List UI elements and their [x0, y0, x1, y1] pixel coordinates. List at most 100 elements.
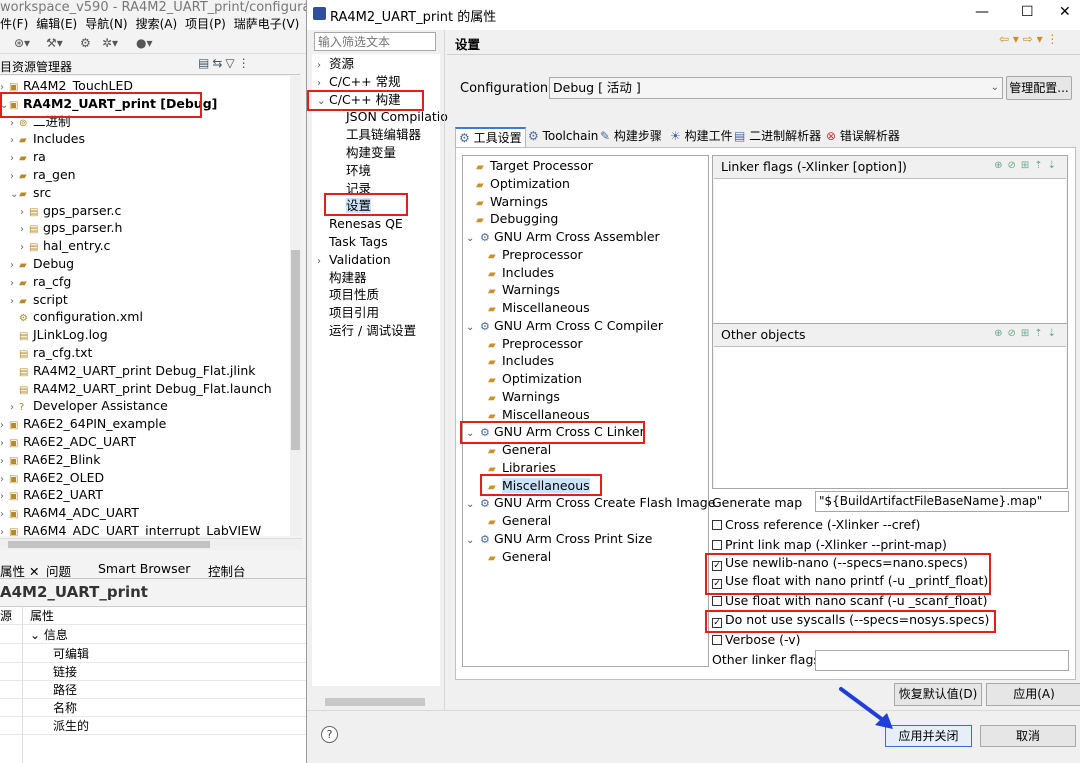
nav-item[interactable]: 运行 / 调试设置	[317, 322, 416, 340]
tool-item[interactable]: ▰ Preprocessor	[488, 335, 583, 352]
expand-chevron-icon[interactable]: ›	[10, 275, 19, 292]
checkbox-unchecked-icon[interactable]	[712, 540, 722, 550]
expand-chevron-icon[interactable]: ›	[10, 399, 19, 416]
minimize-icon[interactable]: —	[975, 4, 989, 20]
tool-item[interactable]: ▰ Miscellaneous	[488, 406, 590, 423]
tool-item[interactable]: ▰ Preprocessor	[488, 246, 583, 263]
chevron-down-icon[interactable]: ⌄	[466, 496, 480, 513]
menu-item[interactable]: 项目(P)	[185, 17, 226, 31]
tab-5[interactable]: ▤ 二进制解析器	[731, 127, 824, 147]
nav-item[interactable]: 工具链编辑器	[334, 126, 421, 144]
nav-item[interactable]: Renesas QE	[317, 215, 403, 233]
expand-chevron-icon[interactable]: ›	[10, 132, 19, 149]
expand-chevron-icon[interactable]: ⌄	[10, 186, 19, 203]
tree-item[interactable]: › ▣ RA6E2_Blink	[0, 451, 100, 468]
nav-item[interactable]: 项目引用	[317, 304, 379, 322]
tool-group[interactable]: ⌄ ⚙ GNU Arm Cross Create Flash Image	[466, 494, 715, 511]
linker-option-checkbox[interactable]: ✓ Do not use syscalls (--specs=nosys.spec…	[712, 611, 989, 628]
chevron-down-icon[interactable]: ⌄	[466, 532, 480, 549]
property-row[interactable]: 派生的	[0, 717, 306, 735]
linker-flags-list[interactable]	[714, 178, 1066, 346]
tree-item[interactable]: › ▰ Includes	[10, 130, 85, 147]
gear-icon[interactable]: ⚙	[80, 36, 91, 50]
expand-chevron-icon[interactable]: ›	[20, 239, 29, 256]
tab-1[interactable]: ⚙ 工具设置	[455, 127, 526, 147]
tree-item[interactable]: › ▣ RA6E2_OLED	[0, 469, 104, 486]
tree-item[interactable]: › ▤ hal_entry.c	[20, 237, 110, 254]
checkbox-unchecked-icon[interactable]	[712, 635, 722, 645]
linker-option-checkbox[interactable]: Use float with nano scanf (-u _scanf_flo…	[712, 592, 987, 609]
expand-chevron-icon[interactable]: ›	[10, 257, 19, 274]
tool-item[interactable]: ▰ Miscellaneous	[488, 299, 590, 316]
tree-item[interactable]: › ▣ RA6E2_64PIN_example	[0, 415, 166, 432]
tool-item[interactable]: ▰ Warnings	[488, 388, 560, 405]
manage-configurations-button[interactable]: 管理配置...	[1006, 76, 1072, 100]
expand-chevron-icon[interactable]: ›	[10, 293, 19, 310]
tree-item[interactable]: › ▰ ra_gen	[10, 166, 76, 183]
tool-item[interactable]: ▰ Includes	[488, 352, 554, 369]
nav-item[interactable]: 构建变量	[334, 144, 396, 162]
tree-item[interactable]: › ▣ RA6E2_UART	[0, 486, 103, 503]
chevron-down-icon[interactable]: ⌄	[466, 319, 480, 336]
run-icon[interactable]: ●▾	[136, 36, 153, 50]
bottom-tab[interactable]: Smart Browser	[98, 561, 190, 576]
checkbox-checked-icon[interactable]: ✓	[712, 561, 722, 571]
filter-input[interactable]	[314, 32, 436, 51]
tree-item[interactable]: › ▤ gps_parser.h	[20, 219, 122, 236]
tree-item[interactable]: › ▤ gps_parser.c	[20, 202, 121, 219]
apply-and-close-button[interactable]: 应用并关闭	[885, 725, 972, 747]
properties-group-row[interactable]: ⌄ 信息	[0, 626, 306, 644]
tree-item[interactable]: › ▰ ra_cfg	[10, 273, 71, 290]
tool-group[interactable]: ⌄ ⚙ GNU Arm Cross Print Size	[466, 530, 652, 547]
tree-hscroll-thumb[interactable]	[8, 541, 210, 548]
menu-item[interactable]: 导航(N)	[85, 17, 127, 31]
checkbox-checked-icon[interactable]: ✓	[712, 618, 722, 628]
maximize-icon[interactable]: ☐	[1021, 4, 1034, 20]
tab-3[interactable]: ✎ 构建步骤	[597, 127, 665, 147]
bottom-tab[interactable]: 问题	[46, 561, 71, 580]
nav-item[interactable]: 环境	[334, 162, 371, 180]
expand-chevron-icon[interactable]: ›	[0, 471, 9, 488]
configuration-select[interactable]: Debug [ 活动 ] ⌄	[549, 77, 1003, 99]
expand-chevron-icon[interactable]: ›	[0, 435, 9, 452]
tool-item[interactable]: ▰ Optimization	[488, 370, 582, 387]
expand-chevron-icon[interactable]: ›	[0, 506, 9, 523]
expand-chevron-icon[interactable]: ›	[10, 168, 19, 185]
cancel-button[interactable]: 取消	[980, 725, 1076, 747]
tool-item[interactable]: ▰ Target Processor	[476, 157, 593, 174]
tool-item[interactable]: ▰ Optimization	[476, 175, 570, 192]
nav-item[interactable]: JSON Compilatio	[334, 108, 448, 126]
tool-item[interactable]: ▰ Debugging	[476, 210, 558, 227]
bottom-tab[interactable]: 控制台	[208, 561, 246, 580]
tool-item[interactable]: ▰ Warnings	[476, 193, 548, 210]
tool-group[interactable]: ⌄ ⚙ GNU Arm Cross C Compiler	[466, 317, 663, 334]
expand-chevron-icon[interactable]: ›	[20, 221, 29, 238]
nav-item[interactable]: › Validation	[317, 251, 391, 269]
tool-item[interactable]: ▰ General	[488, 512, 551, 529]
tree-item[interactable]: › ▰ script	[10, 291, 68, 308]
expand-chevron-icon[interactable]: ›	[0, 524, 9, 536]
tree-item[interactable]: › ▣ RA6M4_ADC_UART	[0, 504, 139, 521]
expand-chevron-icon[interactable]: ›	[0, 417, 9, 434]
tree-item[interactable]: › ▣ RA6M4_ADC_UART_interrupt_LabVIEW	[0, 522, 261, 536]
linker-option-checkbox[interactable]: ✓ Use newlib-nano (--specs=nano.specs)	[712, 554, 968, 571]
nav-hscroll-thumb[interactable]	[325, 698, 425, 706]
tab-2[interactable]: ⚙ Toolchain	[525, 127, 601, 147]
close-icon[interactable]: ✕	[1059, 4, 1071, 20]
chevron-down-icon[interactable]: ⌄	[466, 230, 480, 247]
menu-item[interactable]: 搜索(A)	[136, 17, 178, 31]
nav-item[interactable]: Task Tags	[317, 233, 388, 251]
tool-item[interactable]: ▰ General	[488, 548, 551, 565]
tree-scroll-thumb[interactable]	[291, 250, 300, 450]
expand-chevron-icon[interactable]: ›	[0, 453, 9, 470]
list-edit-icons[interactable]: ⊕⊘⊞⇡⇣	[994, 160, 1061, 171]
tab-6[interactable]: ⊗ 错误解析器	[823, 127, 903, 147]
tool-item[interactable]: ▰ Includes	[488, 264, 554, 281]
tool-group[interactable]: ⌄ ⚙ GNU Arm Cross Assembler	[466, 228, 660, 245]
other-linker-flags-input[interactable]	[815, 650, 1069, 671]
property-row[interactable]: 链接	[0, 663, 306, 681]
property-row[interactable]: 名称	[0, 699, 306, 717]
property-row[interactable]: 路径	[0, 681, 306, 699]
project-explorer-title[interactable]: 目资源管理器	[0, 58, 72, 75]
nav-item[interactable]: › 资源	[317, 55, 354, 73]
